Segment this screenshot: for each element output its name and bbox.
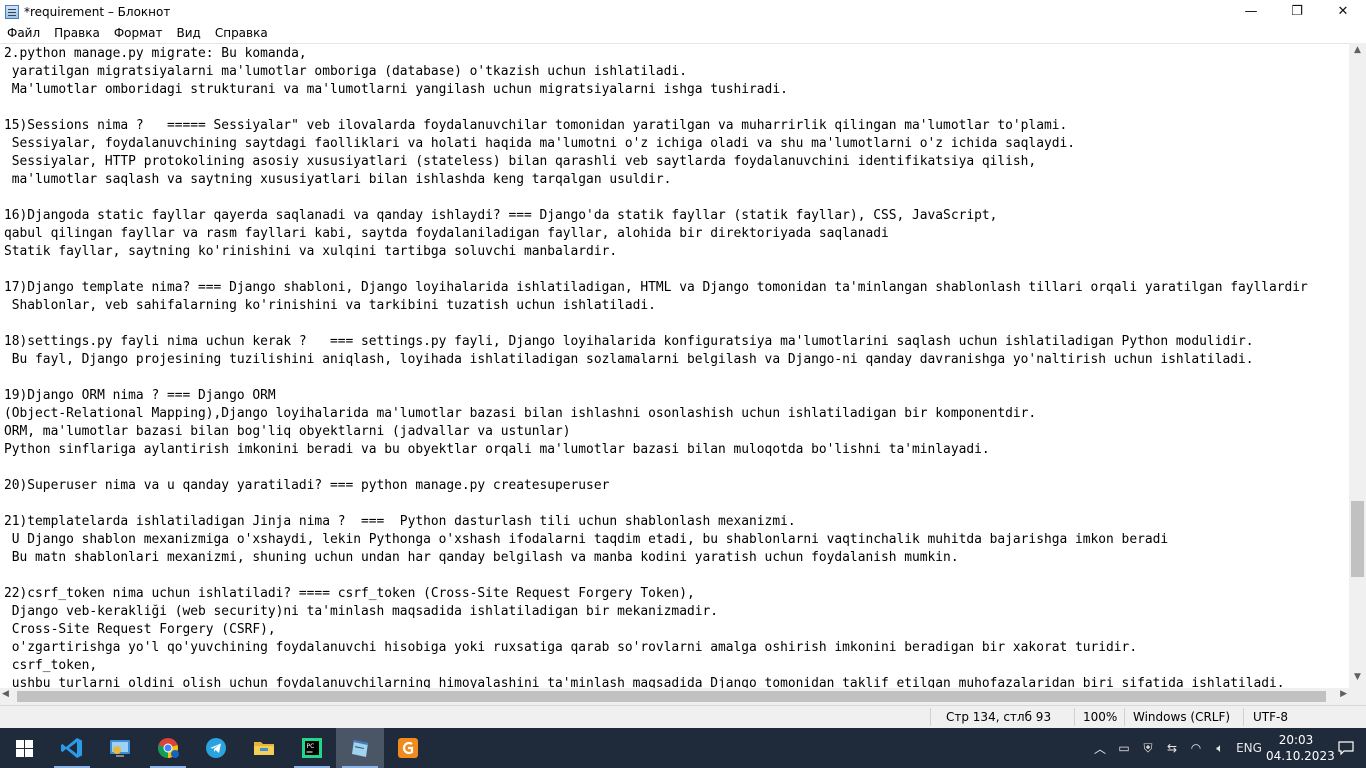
security-icon[interactable]: ⛨ bbox=[1136, 741, 1160, 756]
menu-view[interactable]: Вид bbox=[170, 26, 208, 40]
clock-time: 20:03 bbox=[1278, 733, 1314, 747]
status-separator bbox=[1243, 708, 1244, 726]
pycharm-taskbar-button[interactable]: PC bbox=[288, 728, 336, 768]
taskbar: PC ︿ ▭ ⛨ ⇆ ◠ 🔈︎ ENG 20:03 04.10.2023 bbox=[0, 728, 1366, 768]
status-bar: Стр 134, стлб 93 100% Windows (CRLF) UTF… bbox=[0, 705, 1366, 728]
status-separator bbox=[930, 708, 931, 726]
chrome-icon bbox=[158, 738, 179, 758]
encoding: UTF-8 bbox=[1253, 710, 1288, 724]
minimize-button[interactable]: — bbox=[1228, 0, 1274, 23]
orange-app-taskbar-button[interactable] bbox=[384, 728, 432, 768]
menu-help[interactable]: Справка bbox=[208, 26, 275, 40]
scroll-down-icon[interactable]: ▼ bbox=[1349, 672, 1366, 686]
menu-format[interactable]: Формат bbox=[107, 26, 170, 40]
title-bar: *requirement – Блокнот — ❐ ✕ bbox=[0, 0, 1366, 23]
maximize-button[interactable]: ❐ bbox=[1274, 0, 1320, 23]
chrome-taskbar-button[interactable] bbox=[144, 728, 192, 768]
telegram-icon bbox=[206, 738, 226, 758]
menu-file[interactable]: Файл bbox=[0, 26, 47, 40]
keyboard-icon[interactable]: ▭ bbox=[1112, 741, 1136, 755]
close-button[interactable]: ✕ bbox=[1320, 0, 1366, 23]
system-tray: ︿ ▭ ⛨ ⇆ ◠ 🔈︎ ENG 20:03 04.10.2023 bbox=[1088, 728, 1366, 768]
clock[interactable]: 20:03 04.10.2023 bbox=[1266, 732, 1335, 764]
file-explorer-taskbar-button[interactable] bbox=[240, 728, 288, 768]
scroll-up-icon[interactable]: ▲ bbox=[1349, 45, 1366, 59]
menu-edit[interactable]: Правка bbox=[47, 26, 107, 40]
wifi-icon[interactable]: ◠ bbox=[1184, 741, 1208, 755]
vscode-icon bbox=[61, 738, 82, 758]
control-panel-icon bbox=[110, 740, 130, 757]
menu-bar: Файл Правка Формат Вид Справка bbox=[0, 23, 1366, 43]
network-adapter-icon[interactable]: ⇆ bbox=[1160, 741, 1184, 755]
scroll-left-icon[interactable]: ◀ bbox=[2, 689, 9, 699]
window-controls: — ❐ ✕ bbox=[1228, 0, 1366, 23]
clock-date: 04.10.2023 bbox=[1266, 749, 1335, 763]
control-panel-taskbar-button[interactable] bbox=[96, 728, 144, 768]
scrollbar-corner bbox=[1349, 688, 1366, 705]
zoom-level: 100% bbox=[1083, 710, 1118, 724]
status-separator bbox=[1124, 708, 1125, 726]
vertical-scrollbar[interactable]: ▲ ▼ bbox=[1349, 43, 1366, 688]
notification-button[interactable] bbox=[1326, 741, 1366, 755]
language-indicator[interactable]: ENG bbox=[1232, 741, 1266, 755]
horizontal-scroll-thumb[interactable] bbox=[17, 691, 1326, 702]
volume-icon[interactable]: 🔈︎ bbox=[1208, 741, 1232, 756]
line-endings: Windows (CRLF) bbox=[1133, 710, 1231, 724]
telegram-taskbar-button[interactable] bbox=[192, 728, 240, 768]
notepad-app-icon bbox=[352, 740, 368, 757]
window-title: *requirement – Блокнот bbox=[24, 4, 171, 19]
chevron-up-icon[interactable]: ︿ bbox=[1088, 740, 1112, 757]
vertical-scroll-thumb[interactable] bbox=[1351, 501, 1364, 577]
text-editor[interactable]: 2.python manage.py migrate: Bu komanda, … bbox=[0, 43, 1349, 688]
status-separator bbox=[1074, 708, 1075, 726]
notification-icon bbox=[1338, 741, 1354, 755]
horizontal-scrollbar[interactable]: ◀ ▶ bbox=[0, 688, 1349, 705]
start-button[interactable] bbox=[0, 728, 48, 768]
orange-app-icon bbox=[398, 738, 418, 758]
editor-text[interactable]: 2.python manage.py migrate: Bu komanda, … bbox=[0, 44, 1349, 688]
windows-icon bbox=[15, 739, 33, 757]
svg-text:PC: PC bbox=[307, 743, 315, 750]
scroll-right-icon[interactable]: ▶ bbox=[1340, 689, 1347, 699]
vscode-taskbar-button[interactable] bbox=[48, 728, 96, 768]
pycharm-icon: PC bbox=[302, 738, 322, 758]
notepad-taskbar-button[interactable] bbox=[336, 728, 384, 768]
notepad-icon bbox=[5, 4, 19, 19]
cursor-position: Стр 134, стлб 93 bbox=[946, 710, 1052, 724]
folder-icon bbox=[254, 742, 274, 755]
